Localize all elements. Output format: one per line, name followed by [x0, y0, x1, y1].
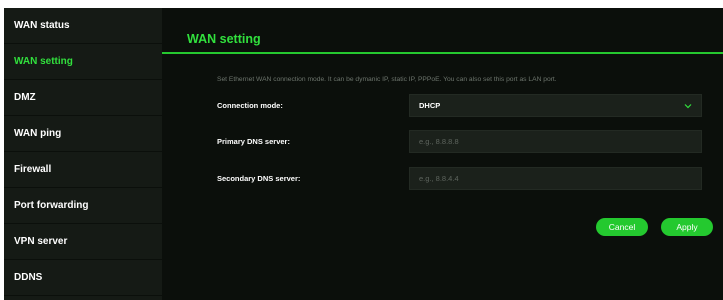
sidebar-item-label: VPN server	[14, 236, 68, 247]
sidebar-item-dmz[interactable]: DMZ	[4, 80, 162, 116]
router-settings-window: WAN status WAN setting DMZ WAN ping Fire…	[4, 8, 723, 300]
page-description: Set Ethernet WAN connection mode. It can…	[217, 76, 557, 83]
apply-button[interactable]: Apply	[661, 218, 713, 236]
sidebar-item-wan-setting[interactable]: WAN setting	[4, 44, 162, 80]
sidebar-item-label: DMZ	[14, 92, 36, 103]
secondary-dns-input[interactable]	[419, 174, 701, 183]
sidebar-item-vpn-server[interactable]: VPN server	[4, 224, 162, 260]
cancel-button[interactable]: Cancel	[596, 218, 648, 236]
connection-mode-select[interactable]: DHCP	[409, 94, 702, 117]
sidebar-item-label: WAN status	[14, 20, 70, 31]
primary-dns-field	[409, 130, 702, 153]
sidebar-item-label: WAN ping	[14, 128, 62, 139]
chevron-down-icon	[684, 104, 692, 109]
sidebar-item-firewall[interactable]: Firewall	[4, 152, 162, 188]
connection-mode-value: DHCP	[419, 101, 441, 110]
title-divider	[162, 52, 723, 54]
sidebar: WAN status WAN setting DMZ WAN ping Fire…	[4, 8, 162, 300]
sidebar-item-label: WAN setting	[14, 56, 73, 67]
sidebar-item-wan-ping[interactable]: WAN ping	[4, 116, 162, 152]
primary-dns-label: Primary DNS server:	[217, 137, 290, 146]
primary-dns-input[interactable]	[419, 137, 701, 146]
secondary-dns-field	[409, 167, 702, 190]
sidebar-item-label: Firewall	[14, 164, 52, 175]
sidebar-item-ddns[interactable]: DDNS	[4, 260, 162, 296]
sidebar-item-label: DDNS	[14, 272, 43, 283]
secondary-dns-label: Secondary DNS server:	[217, 174, 301, 183]
connection-mode-label: Connection mode:	[217, 101, 283, 110]
main-panel: WAN setting Set Ethernet WAN connection …	[162, 8, 723, 300]
sidebar-item-label: Port forwarding	[14, 200, 89, 211]
sidebar-item-wan-status[interactable]: WAN status	[4, 8, 162, 44]
page-title: WAN setting	[187, 32, 261, 46]
sidebar-item-port-forwarding[interactable]: Port forwarding	[4, 188, 162, 224]
